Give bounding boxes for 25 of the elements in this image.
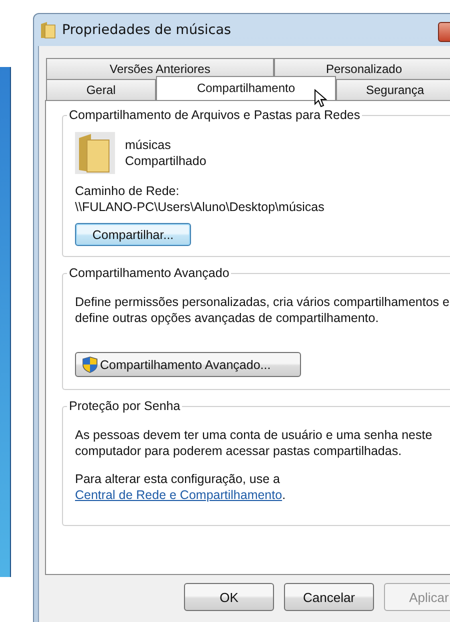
shield-icon (82, 356, 98, 373)
share-status: Compartilhado (125, 154, 206, 168)
dialog-button[interactable]: OK (184, 583, 274, 611)
settings-text: Para alterar esta configuração, use a Central de Rede e Compartilhamento. (75, 471, 287, 503)
network-path: \\FULANO-PC\Users\Aluno\Desktop\músicas (75, 200, 324, 214)
tab[interactable]: Personalizado (274, 58, 450, 79)
tab[interactable]: Versões Anteriores (46, 58, 274, 79)
group-title: Compartilhamento Avançado (67, 266, 232, 280)
network-center-link[interactable]: Central de Rede e Compartilhamento (75, 488, 282, 502)
description-text: Define permissões personalizadas, cria vários compartilhamentos e define outras opções avançadas de compartilhamento. (75, 294, 450, 326)
advanced-sharing-button[interactable]: Compartilhamento Avançado... (75, 352, 301, 377)
folder-name: músicas (125, 138, 172, 152)
path-label: Caminho de Rede: (75, 184, 180, 198)
folder-icon (40, 21, 56, 39)
tab[interactable]: Segurança (336, 79, 450, 100)
folder-icon (75, 132, 115, 174)
description-text: As pessoas devem ter uma conta de usuário e uma senha neste computador para poderem acessar pastas compartilhadas. (75, 427, 434, 459)
window-title: Propriedades de músicas (62, 22, 232, 38)
tab[interactable]: Compartilhamento (156, 76, 336, 100)
group-title: Proteção por Senha (67, 399, 182, 413)
share-button[interactable]: Compartilhar... (75, 223, 191, 246)
tab[interactable]: Geral (46, 79, 156, 100)
group-title: Compartilhamento de Arquivos e Pastas para Redes (67, 108, 362, 122)
close-button[interactable] (438, 22, 450, 42)
dialog-button[interactable]: Cancelar (284, 583, 374, 611)
